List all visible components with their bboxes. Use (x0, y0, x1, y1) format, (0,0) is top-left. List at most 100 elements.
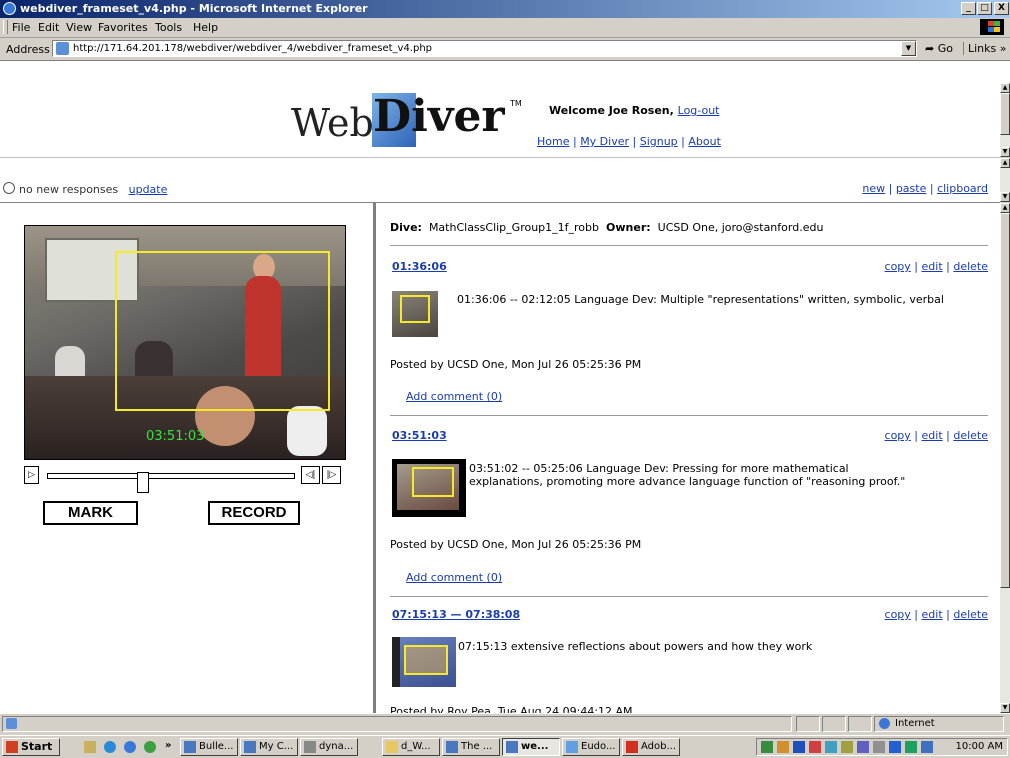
copy-link[interactable]: copy (885, 429, 911, 442)
menu-view[interactable]: View (66, 21, 92, 34)
tray-icon[interactable] (873, 741, 885, 753)
ie-icon (3, 2, 16, 15)
tray-icon[interactable] (761, 741, 773, 753)
my-diver-link[interactable]: My Diver (580, 135, 629, 148)
page-icon (56, 42, 69, 55)
tray-icon[interactable] (809, 741, 821, 753)
entry-timestamp-link[interactable]: 03:51:03 (392, 429, 447, 442)
clock[interactable]: 10:00 AM (956, 739, 1003, 755)
taskbar-item-label: Bulle... (199, 741, 234, 752)
expand-triangle-icon[interactable] (391, 570, 398, 582)
taskbar-item[interactable]: The ... (442, 738, 500, 756)
go-button[interactable]: ➦ Go (925, 42, 953, 55)
logout-link[interactable]: Log-out (678, 104, 720, 117)
tray-icon[interactable] (777, 741, 789, 753)
copy-link[interactable]: copy (885, 260, 911, 273)
go-label: Go (937, 42, 953, 55)
show-desktop-icon[interactable] (84, 741, 96, 753)
tray-icon[interactable] (889, 741, 901, 753)
window-title: webdiver_frameset_v4.php - Microsoft Int… (20, 2, 368, 15)
mark-button[interactable]: MARK (43, 501, 138, 525)
video-frame[interactable] (24, 225, 346, 460)
tray-icon[interactable] (857, 741, 869, 753)
taskbar-item[interactable]: Bulle... (180, 738, 238, 756)
edit-link[interactable]: edit (922, 260, 943, 273)
header-scrollbar[interactable]: ▲ ▼ (1000, 83, 1010, 157)
scroll-up-icon[interactable]: ▲ (1000, 83, 1010, 93)
selection-rectangle[interactable] (115, 251, 330, 411)
expand-triangle-icon[interactable] (391, 389, 398, 401)
add-comment-link[interactable]: Add comment (0) (406, 390, 502, 403)
scroll-thumb[interactable] (1000, 93, 1010, 135)
tray-icon[interactable] (905, 741, 917, 753)
update-link[interactable]: update (129, 183, 168, 196)
menu-tools[interactable]: Tools (155, 21, 182, 34)
close-button[interactable]: X (994, 2, 1009, 15)
taskbar-item[interactable]: Eudo... (562, 738, 620, 756)
menu-file[interactable]: File (12, 21, 30, 34)
app-icon (506, 741, 518, 753)
minimize-button[interactable]: _ (961, 2, 976, 15)
taskbar-item[interactable]: dyna... (300, 738, 358, 756)
address-input[interactable]: http://171.64.201.178/webdiver/webdiver_… (52, 40, 917, 57)
taskbar-item[interactable]: Adob... (622, 738, 680, 756)
scroll-down-icon[interactable]: ▼ (1000, 147, 1010, 157)
seek-track[interactable] (47, 472, 295, 493)
record-button[interactable]: RECORD (208, 501, 300, 525)
taskbar-item-label: The ... (461, 741, 493, 752)
address-dropdown-icon[interactable]: ▼ (901, 41, 916, 56)
maximize-button[interactable]: □ (977, 2, 992, 15)
menu-favorites[interactable]: Favorites (98, 21, 148, 34)
taskbar-item[interactable]: d_W... (382, 738, 440, 756)
menu-edit[interactable]: Edit (38, 21, 59, 34)
about-link[interactable]: About (688, 135, 721, 148)
scroll-down-icon[interactable]: ▼ (1000, 703, 1010, 713)
add-comment[interactable]: Add comment (0) (391, 570, 502, 584)
folder-icon (386, 741, 398, 753)
app-icon (184, 741, 196, 753)
step-forward-icon[interactable]: |▷ (322, 466, 341, 484)
taskbar-item-active[interactable]: we... (502, 738, 560, 756)
content-scrollbar[interactable]: ▲ ▼ (1000, 203, 1010, 713)
step-back-icon[interactable]: ◁| (301, 466, 320, 484)
delete-link[interactable]: delete (953, 260, 988, 273)
add-comment[interactable]: Add comment (0) (391, 389, 502, 403)
scroll-up-icon[interactable]: ▲ (1000, 158, 1010, 168)
edit-link[interactable]: edit (922, 429, 943, 442)
seek-knob[interactable] (137, 472, 149, 493)
ie-quicklaunch-icon[interactable] (124, 741, 136, 753)
entry-timestamp-link[interactable]: 07:15:13 — 07:38:08 (392, 608, 520, 621)
logo-web: Web (291, 101, 374, 145)
quicklaunch-chevron[interactable]: » (165, 740, 171, 751)
nav-scrollbar[interactable]: ▲ ▼ (1000, 158, 1010, 202)
paste-link[interactable]: paste (896, 182, 927, 195)
tray-icon[interactable] (825, 741, 837, 753)
scroll-up-icon[interactable]: ▲ (1000, 203, 1010, 213)
tray-icon[interactable] (921, 741, 933, 753)
tray-icon[interactable] (793, 741, 805, 753)
new-link[interactable]: new (862, 182, 885, 195)
start-button[interactable]: Start (2, 738, 60, 756)
entry-thumbnail[interactable] (392, 637, 456, 687)
scroll-down-icon[interactable]: ▼ (1000, 192, 1010, 202)
edit-link[interactable]: edit (922, 608, 943, 621)
copy-link[interactable]: copy (885, 608, 911, 621)
links-button[interactable]: Links » (963, 42, 1006, 55)
delete-link[interactable]: delete (953, 608, 988, 621)
entry-thumbnail[interactable] (392, 459, 466, 517)
scroll-thumb[interactable] (1000, 213, 1010, 588)
delete-link[interactable]: delete (953, 429, 988, 442)
status-panel (796, 716, 820, 732)
entry-timestamp-link[interactable]: 01:36:06 (392, 260, 447, 273)
play-icon[interactable]: ▷ (24, 466, 39, 484)
entry-thumbnail[interactable] (392, 291, 438, 337)
add-comment-link[interactable]: Add comment (0) (406, 571, 502, 584)
clipboard-link[interactable]: clipboard (937, 182, 988, 195)
signup-link[interactable]: Signup (640, 135, 678, 148)
home-link[interactable]: Home (537, 135, 569, 148)
media-quicklaunch-icon[interactable] (144, 741, 156, 753)
taskbar-item[interactable]: My C... (240, 738, 298, 756)
tray-icon[interactable] (841, 741, 853, 753)
quicklaunch-icon[interactable] (104, 741, 116, 753)
menu-help[interactable]: Help (193, 21, 218, 34)
